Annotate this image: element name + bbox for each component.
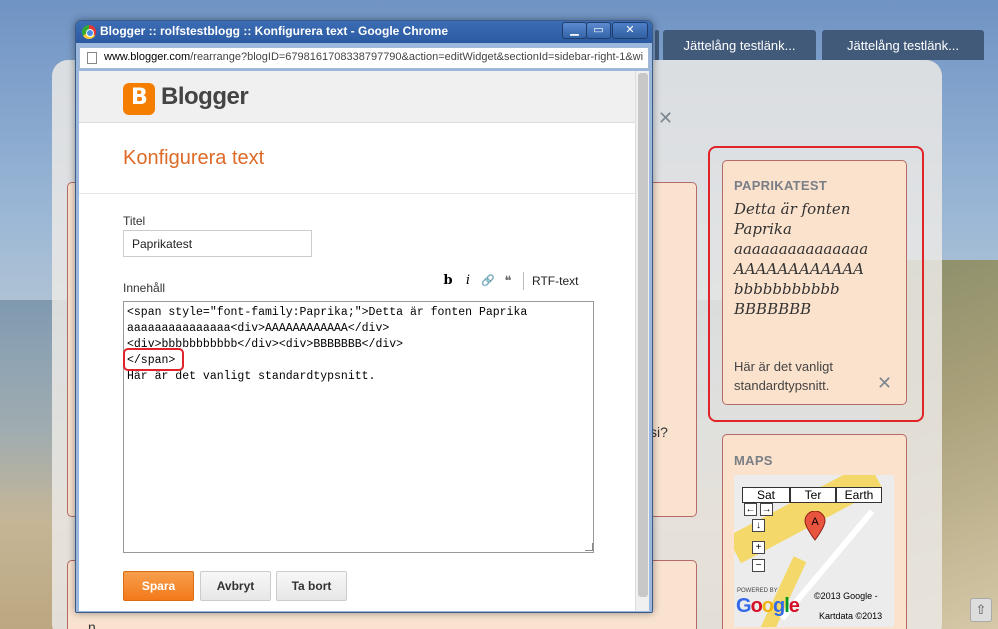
rtf-toggle[interactable]: RTF-text <box>532 274 578 288</box>
vertical-scrollbar[interactable] <box>635 71 649 611</box>
toolbar-separator <box>523 272 524 290</box>
widget-title: MAPS <box>734 453 773 468</box>
save-button[interactable]: Spara <box>123 571 194 601</box>
cancel-button[interactable]: Avbryt <box>200 571 271 601</box>
map-tab-sat[interactable]: Sat <box>742 487 790 503</box>
delete-button[interactable]: Ta bort <box>276 571 347 601</box>
scrollbar-thumb[interactable] <box>638 73 648 597</box>
red-highlight-box <box>708 146 924 422</box>
zoom-in-icon[interactable]: + <box>752 541 765 554</box>
editor-line: <span style="font-family:Paprika;">Detta… <box>127 306 528 319</box>
window-title: Blogger :: rolfstestblogg :: Konfigurera… <box>100 24 448 38</box>
nav-tab-2[interactable]: Jättelång testlänk... <box>822 30 984 60</box>
blogger-name: Blogger <box>161 83 249 110</box>
window-titlebar[interactable]: Blogger :: rolfstestblogg :: Konfigurera… <box>76 21 652 43</box>
close-button[interactable]: ✕ <box>612 22 648 39</box>
page-icon <box>87 52 97 64</box>
edit-wrench-icon[interactable]: ✕ <box>658 108 673 129</box>
popup-content: Blogger Konfigurera text Titel Paprikate… <box>79 71 649 611</box>
map-marker-label: A <box>811 516 819 528</box>
map-tab-earth[interactable]: Earth <box>836 487 882 503</box>
page-title: Konfigurera text <box>123 147 265 169</box>
map-type-tabs: Sat Ter Earth <box>742 487 882 503</box>
map-kartdata: Kartdata ©2013 <box>819 611 883 621</box>
divider <box>79 193 635 194</box>
url-text[interactable]: www.blogger.com/rearrange?blogID=6798161… <box>104 51 644 63</box>
blogger-logo-icon <box>123 83 155 115</box>
editor-line: Här är det vanligt standardtypsnitt. <box>127 370 376 383</box>
map-tab-ter[interactable]: Ter <box>790 487 836 503</box>
link-icon[interactable]: 🔗 <box>479 272 497 290</box>
pan-down-icon[interactable]: ↓ <box>752 519 765 532</box>
powered-by: POWERED BY <box>737 588 778 594</box>
red-highlight-span <box>123 348 184 371</box>
google-logo[interactable]: Google <box>736 595 800 618</box>
maximize-button[interactable]: ▭ <box>586 22 611 39</box>
address-bar[interactable]: www.blogger.com/rearrange?blogID=6798161… <box>79 47 649 69</box>
editor-line: <div>bbbbbbbbbbb</div><div>BBBBBBB</div> <box>127 338 404 351</box>
map-marker-icon[interactable]: A <box>804 511 826 541</box>
chrome-icon <box>82 25 96 39</box>
bold-icon[interactable]: b <box>439 272 457 290</box>
zoom-out-icon[interactable]: − <box>752 559 765 572</box>
pan-left-icon[interactable]: ← <box>744 503 757 516</box>
quote-icon[interactable]: ❝ <box>499 272 517 290</box>
blogger-header: Blogger <box>79 71 635 123</box>
content-editor[interactable]: <span style="font-family:Paprika;">Detta… <box>123 301 594 553</box>
pan-right-icon[interactable]: → <box>760 503 773 516</box>
nav-tab-1[interactable]: Jättelång testlänk... <box>663 30 816 60</box>
italic-icon[interactable]: i <box>459 272 477 290</box>
map-copyright: ©2013 Google - <box>814 591 878 601</box>
minimize-button[interactable]: ▁ <box>562 22 587 39</box>
title-input[interactable]: Paprikatest <box>123 230 312 257</box>
editor-line: </span> <box>127 354 176 367</box>
scroll-up-icon[interactable]: ⇧ <box>970 598 992 622</box>
resize-grip-icon[interactable] <box>585 543 593 551</box>
maps-widget: MAPS Sat Ter Earth ← → ↓ + − A POWERED B… <box>722 434 907 629</box>
title-label: Titel <box>123 214 146 228</box>
post-text-fragment-2: n <box>88 619 96 629</box>
map[interactable]: Sat Ter Earth ← → ↓ + − A POWERED BY Goo… <box>734 475 894 627</box>
editor-line: aaaaaaaaaaaaaaa<div>AAAAAAAAAAAA</div> <box>127 322 390 335</box>
url-host: www.blogger.com <box>104 51 191 63</box>
content-label: Innehåll <box>123 281 166 295</box>
nav-tab-partial[interactable] <box>655 30 659 60</box>
url-path: /rearrange?blogID=6798161708338797790&ac… <box>190 51 644 63</box>
chrome-popup-window: Blogger :: rolfstestblogg :: Konfigurera… <box>75 20 653 613</box>
